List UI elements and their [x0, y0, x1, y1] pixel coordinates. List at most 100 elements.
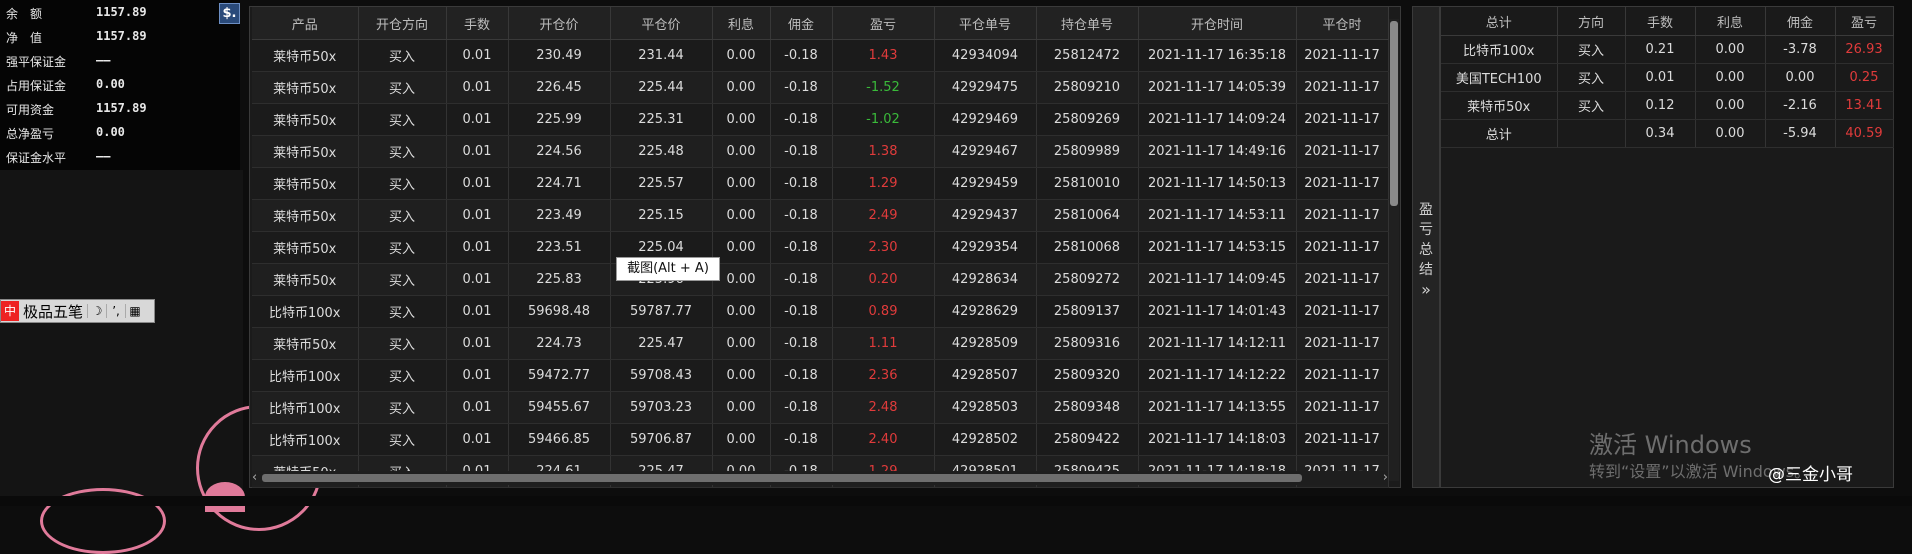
trade-cell: 223.51: [508, 231, 611, 264]
trade-cell: 买入: [358, 231, 447, 264]
trade-cell: 0.01: [446, 391, 509, 424]
trade-row[interactable]: 莱特币50x 买入 0.01 224.56 225.48 0.00 -0.18 1.38 429…: [252, 135, 1389, 168]
column-header[interactable]: 平仓价: [610, 7, 713, 40]
trade-cell: 1.11: [832, 327, 935, 360]
trade-cell: 2.48: [832, 391, 935, 424]
keyboard-icon[interactable]: ▦: [125, 304, 144, 318]
trade-cell: 2021-11-17 14:13:55: [1138, 391, 1297, 424]
trade-cell: 2021-11-17 16:35:18: [1138, 39, 1297, 72]
column-header[interactable]: 平仓单号: [934, 7, 1037, 40]
account-panel: 余 额 1157.89 净 值 1157.89 强平保证金 —— 占用保证金 0.00…: [0, 0, 240, 170]
account-label: 保证金水平: [6, 151, 67, 165]
trade-row[interactable]: 莱特币50x 买入 0.01 230.49 231.44 0.00 -0.18 1.43 429…: [252, 39, 1389, 72]
summary-cell: 0.25: [1835, 63, 1894, 92]
trade-cell: 2021-11-17: [1296, 423, 1389, 456]
summary-column-header[interactable]: 佣金: [1765, 7, 1836, 36]
summary-column-header[interactable]: 总计: [1441, 7, 1558, 36]
trade-row[interactable]: 莱特币50x 买入 0.01 223.49 225.15 0.00 -0.18 2.49 429…: [252, 199, 1389, 232]
trade-cell: 1.38: [832, 135, 935, 168]
trade-cell: 0.00: [712, 423, 771, 456]
trade-cell: -0.18: [770, 327, 833, 360]
trade-cell: 0.01: [446, 327, 509, 360]
summary-row[interactable]: 美国TECH100 买入 0.01 0.00 0.00 0.25: [1441, 63, 1894, 92]
trade-cell: 25809422: [1036, 423, 1139, 456]
trade-cell: -0.18: [770, 423, 833, 456]
vertical-scrollbar[interactable]: [1389, 19, 1399, 481]
trade-row[interactable]: 莱特币50x 买入 0.01 223.51 225.04 0.00 -0.18 2.30 429…: [252, 231, 1389, 264]
column-header[interactable]: 利息: [712, 7, 771, 40]
ime-name[interactable]: 极品五笔: [19, 301, 87, 322]
ime-toolbar[interactable]: 中 极品五笔 ☽ ’, ▦: [0, 299, 155, 323]
scroll-thumb[interactable]: [1390, 21, 1398, 206]
trade-cell: 25810064: [1036, 199, 1139, 232]
column-header[interactable]: 佣金: [770, 7, 833, 40]
column-header[interactable]: 开仓价: [508, 7, 611, 40]
trade-row[interactable]: 比特币100x 买入 0.01 59472.77 59708.43 0.00 -0.18 2.…: [252, 359, 1389, 392]
trade-cell: 226.45: [508, 71, 611, 104]
trade-cell: 231.44: [610, 39, 713, 72]
summary-column-header[interactable]: 方向: [1557, 7, 1626, 36]
closed-trades-panel: 产品 开仓方向 手数 开仓价 平仓价 利息 佣金 盈亏 平仓单号 持仓单号 开仓时间 平仓时 莱特币5…: [249, 6, 1401, 488]
summary-cell: -2.16: [1765, 91, 1836, 120]
trade-cell: 2021-11-17 14:01:43: [1138, 295, 1297, 328]
trade-cell: 2021-11-17: [1296, 199, 1389, 232]
trade-row[interactable]: 莱特币50x 买入 0.01 224.73 225.47 0.00 -0.18 1.11 429…: [252, 327, 1389, 360]
tab-profit-summary[interactable]: 盈亏总结 »: [1412, 6, 1440, 488]
trade-cell: 0.01: [446, 135, 509, 168]
profit-summary-table: 总计 方向 手数 利息 佣金 盈亏 比特币100x 买入 0.21 0.00 -3.78 26.93…: [1441, 7, 1894, 148]
currency-button[interactable]: $.: [219, 3, 240, 24]
summary-column-header[interactable]: 盈亏: [1835, 7, 1894, 36]
account-row: 占用保证金 0.00: [0, 72, 240, 96]
trade-row[interactable]: 莱特币50x 买入 0.01 225.99 225.31 0.00 -0.18 -1.02 42…: [252, 103, 1389, 136]
summary-row[interactable]: 莱特币50x 买入 0.12 0.00 -2.16 13.41: [1441, 91, 1894, 120]
summary-cell: 0.00: [1695, 35, 1766, 64]
trade-cell: 2021-11-17: [1296, 167, 1389, 200]
column-header[interactable]: 产品: [252, 7, 359, 40]
trade-cell: 0.01: [446, 71, 509, 104]
trade-row[interactable]: 比特币100x 买入 0.01 59698.48 59787.77 0.00 -0.18 0.…: [252, 295, 1389, 328]
trade-cell: 2021-11-17: [1296, 327, 1389, 360]
trade-row[interactable]: 比特币100x 买入 0.01 59466.85 59706.87 0.00 -0.18 2.…: [252, 423, 1389, 456]
scroll-right-icon[interactable]: ›: [1383, 470, 1388, 485]
column-header[interactable]: 开仓方向: [358, 7, 447, 40]
column-header[interactable]: 开仓时间: [1138, 7, 1297, 40]
horizontal-scrollbar[interactable]: ‹ ›: [252, 470, 1388, 485]
summary-column-header[interactable]: 利息: [1695, 7, 1766, 36]
summary-cell: 0.12: [1625, 91, 1696, 120]
account-row: 保证金水平 ——: [0, 144, 240, 168]
column-header[interactable]: 持仓单号: [1036, 7, 1139, 40]
summary-cell: 0.00: [1695, 63, 1766, 92]
ime-logo-icon[interactable]: 中: [1, 301, 19, 321]
trade-row[interactable]: 莱特币50x 买入 0.01 226.45 225.44 0.00 -0.18 -1.52 42…: [252, 71, 1389, 104]
trade-cell: 莱特币50x: [252, 135, 359, 168]
trade-cell: 0.89: [832, 295, 935, 328]
trade-row[interactable]: 莱特币50x买入0.01225.83225.960.00-0.180.20429…: [252, 263, 1389, 296]
column-header[interactable]: 平仓时: [1296, 7, 1389, 40]
account-value: 1157.89: [96, 29, 147, 43]
trade-cell: 42929459: [934, 167, 1037, 200]
trade-cell: 42929467: [934, 135, 1037, 168]
column-header[interactable]: 手数: [446, 7, 509, 40]
trade-cell: 225.47: [610, 327, 713, 360]
punctuation-icon[interactable]: ’,: [106, 304, 125, 318]
scroll-left-icon[interactable]: ‹: [252, 470, 257, 485]
summary-cell: -3.78: [1765, 35, 1836, 64]
summary-row[interactable]: 总计 0.34 0.00 -5.94 40.59: [1441, 119, 1894, 148]
trade-cell: 0.01: [446, 199, 509, 232]
trade-cell: 225.31: [610, 103, 713, 136]
trade-cell: 0.00: [712, 199, 771, 232]
account-label: 占用保证金: [6, 79, 67, 93]
moon-icon[interactable]: ☽: [87, 304, 106, 318]
summary-cell: 比特币100x: [1441, 35, 1558, 64]
summary-column-header[interactable]: 手数: [1625, 7, 1696, 36]
trade-cell: 买入: [358, 39, 447, 72]
summary-row[interactable]: 比特币100x 买入 0.21 0.00 -3.78 26.93: [1441, 35, 1894, 64]
summary-cell: 0.00: [1695, 119, 1766, 148]
trade-row[interactable]: 莱特币50x 买入 0.01 224.71 225.57 0.00 -0.18 1.29 429…: [252, 167, 1389, 200]
trade-cell: 2021-11-17 14:09:24: [1138, 103, 1297, 136]
column-header[interactable]: 盈亏: [832, 7, 935, 40]
scroll-thumb[interactable]: [262, 474, 1302, 482]
trade-cell: 2.49: [832, 199, 935, 232]
summary-cell: 40.59: [1835, 119, 1894, 148]
trade-row[interactable]: 比特币100x 买入 0.01 59455.67 59703.23 0.00 -0.18 2.…: [252, 391, 1389, 424]
